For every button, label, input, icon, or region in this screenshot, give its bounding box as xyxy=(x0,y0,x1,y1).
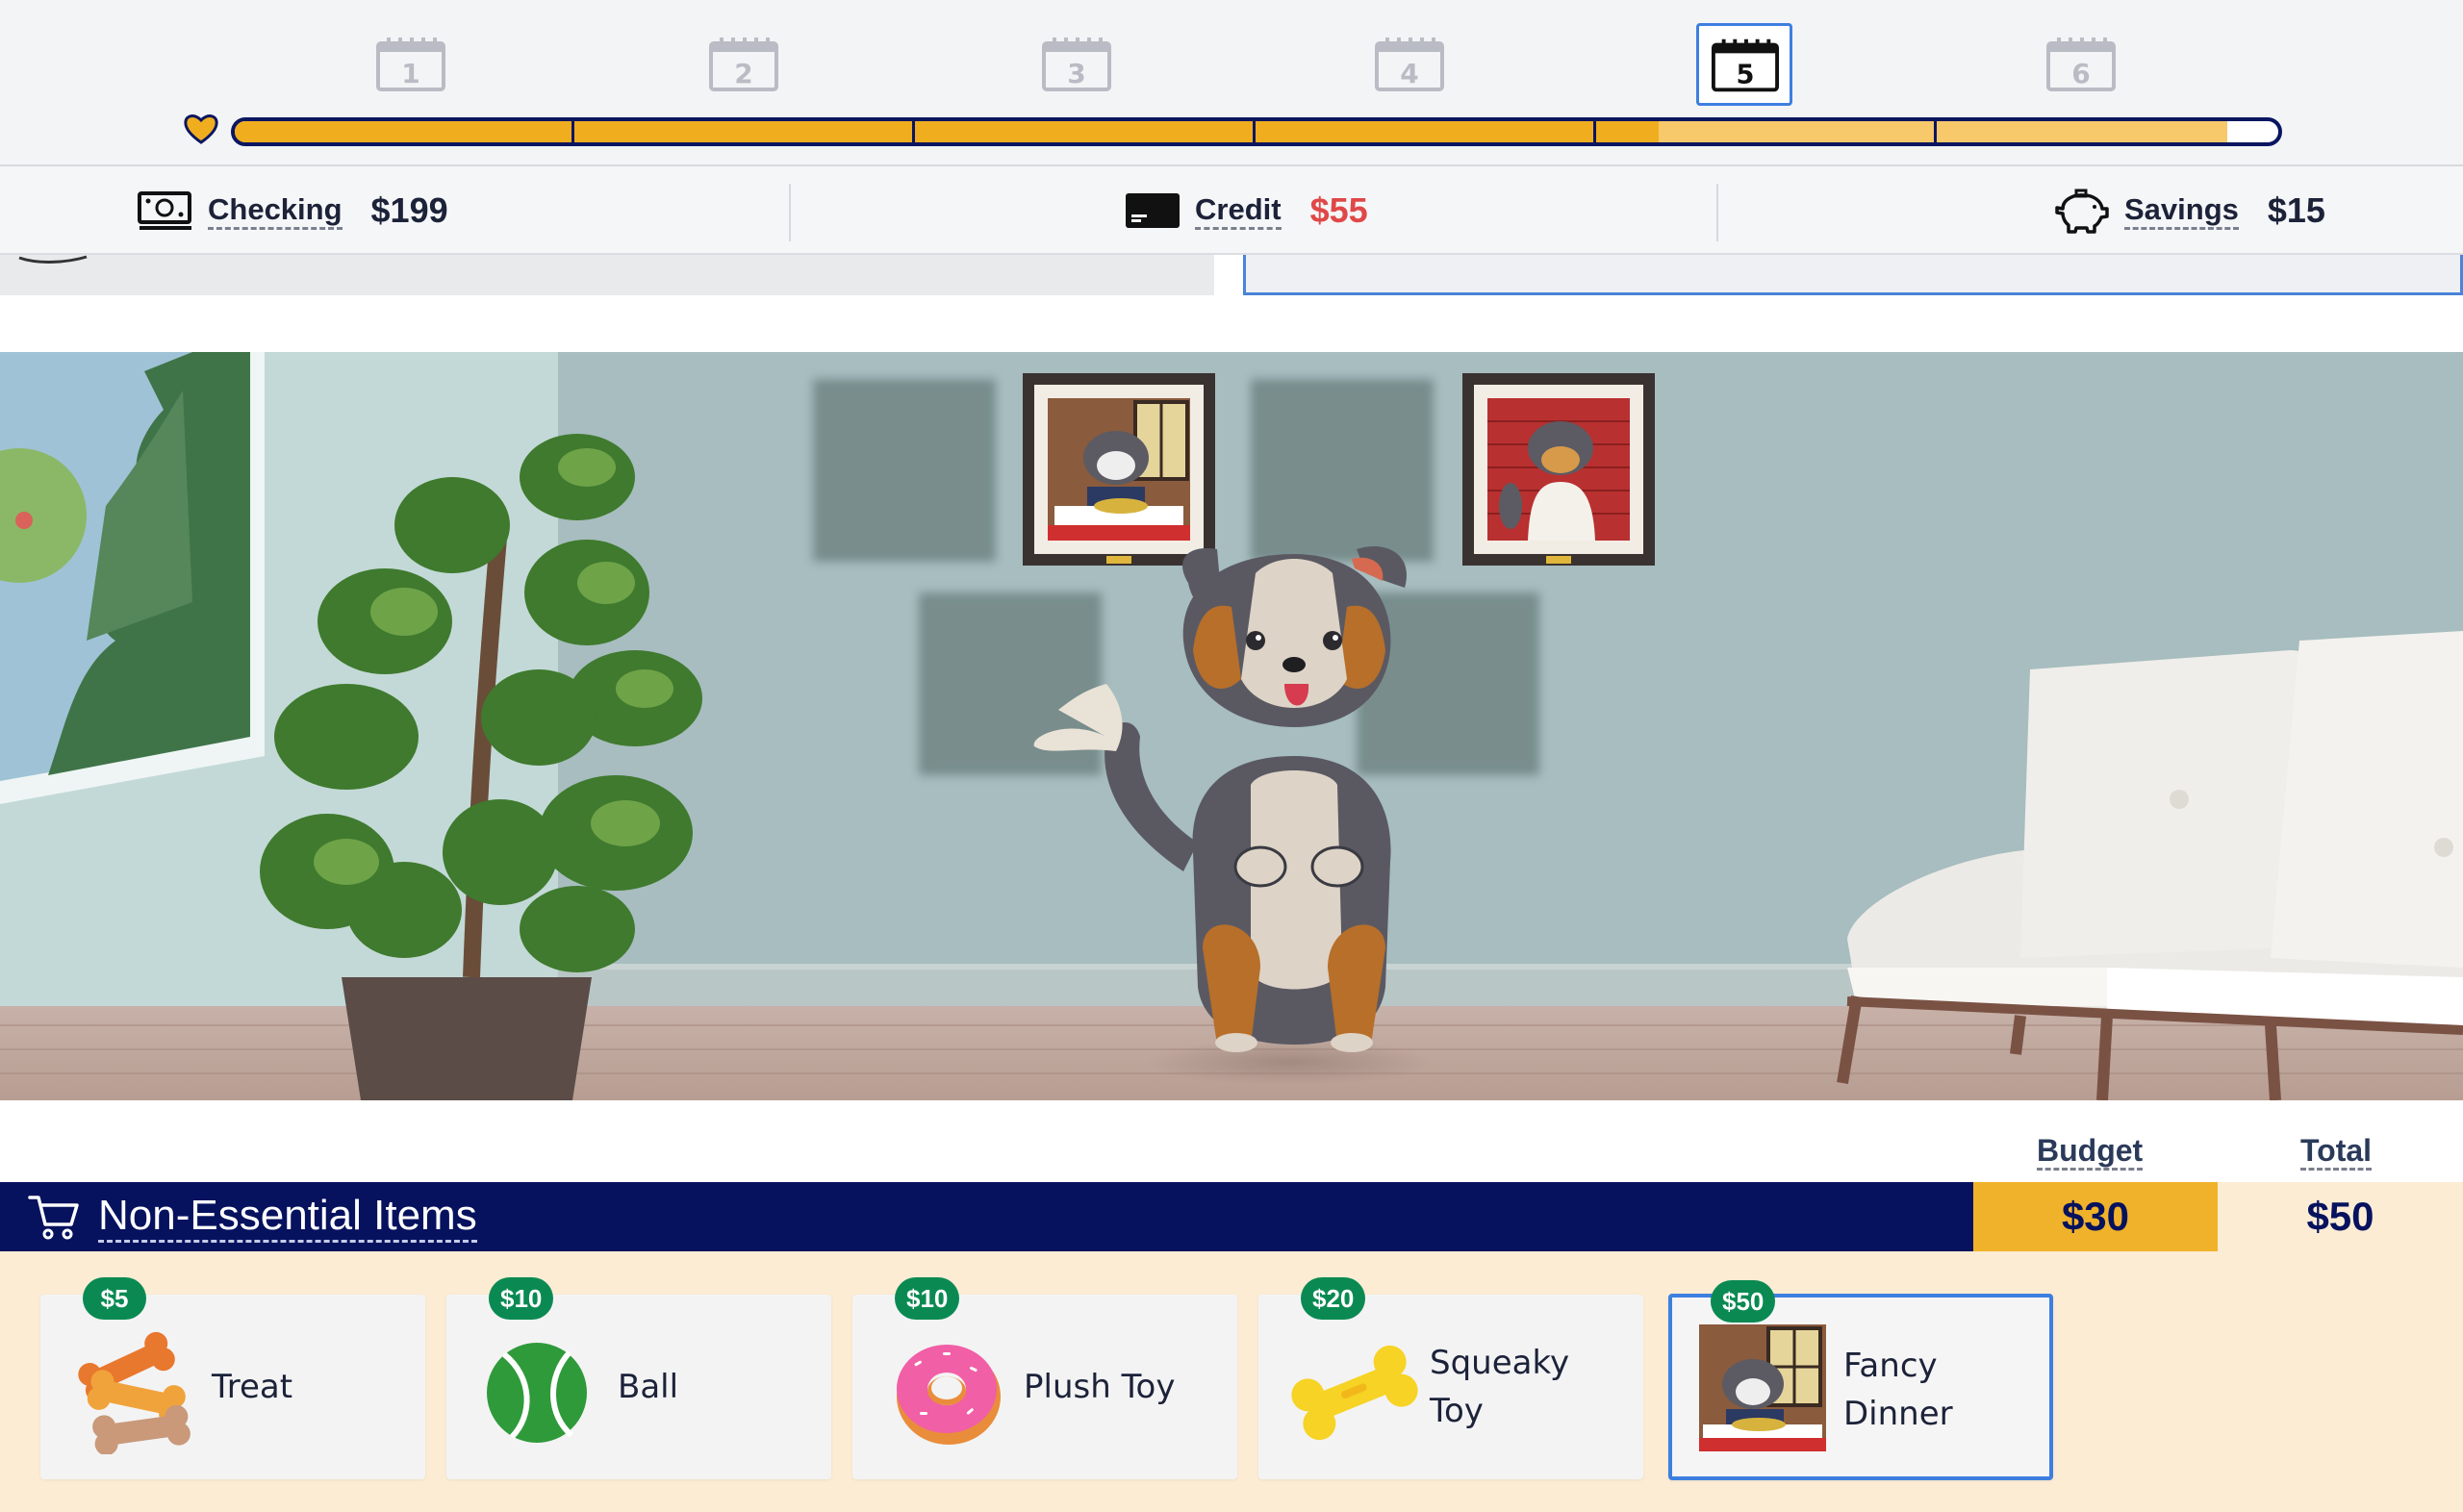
divider xyxy=(789,184,791,241)
brick-portrait-frame xyxy=(1462,373,1655,566)
piggy-bank-icon xyxy=(2055,189,2109,234)
week-label: 2 xyxy=(734,58,752,89)
credit-card-icon xyxy=(1126,193,1180,228)
progress-divider xyxy=(1253,121,1256,142)
week-4-calendar-icon[interactable]: 4 xyxy=(1374,37,1445,92)
credit-account[interactable]: Credit $55 xyxy=(1124,184,1368,238)
budget-value: $30 xyxy=(1973,1182,2218,1251)
store-item-treat[interactable]: $5 Treat xyxy=(40,1277,425,1479)
left-panel-edge xyxy=(0,255,1214,295)
price-badge: $20 xyxy=(1301,1277,1366,1320)
total-label: Total xyxy=(2300,1133,2373,1171)
savings-account[interactable]: Savings $15 xyxy=(2053,184,2325,238)
week-timeline: 1 2 3 4 5 6 xyxy=(0,0,2463,166)
store-header: Non-Essential Items xyxy=(0,1182,1973,1251)
total-value: $50 xyxy=(2306,1194,2374,1239)
week-5-calendar-icon[interactable]: 5 xyxy=(1696,23,1792,106)
credit-amount: $55 xyxy=(1309,190,1368,230)
budget-label: Budget xyxy=(2037,1133,2144,1171)
item-name: Ball xyxy=(618,1368,679,1406)
credit-label: Credit xyxy=(1195,192,1282,230)
week-label: 4 xyxy=(1400,58,1418,89)
progress-divider xyxy=(571,121,574,142)
week-label: 5 xyxy=(1737,60,1755,89)
price-badge: $10 xyxy=(895,1277,960,1320)
shopping-cart-icon xyxy=(28,1196,79,1240)
right-panel-edge xyxy=(1243,255,2463,295)
item-name: Squeaky Toy xyxy=(1430,1344,1570,1430)
item-name: Treat xyxy=(212,1368,293,1406)
progress-divider xyxy=(1934,121,1937,142)
divider xyxy=(1716,184,1718,241)
week-3-calendar-icon[interactable]: 3 xyxy=(1041,37,1112,92)
week-label: 1 xyxy=(401,58,419,89)
savings-amount: $15 xyxy=(2267,190,2325,230)
store-item-ball[interactable]: $10 Ball xyxy=(446,1277,831,1479)
dog-biscuits-icon xyxy=(78,1331,190,1454)
checking-amount: $199 xyxy=(370,190,448,230)
week-label: 6 xyxy=(2071,58,2090,89)
bone-toy-icon xyxy=(1291,1345,1418,1441)
week-label: 3 xyxy=(1067,58,1085,89)
price-badge: $50 xyxy=(1711,1280,1776,1323)
store-item-plush-toy[interactable]: $10 Plush Toy xyxy=(852,1277,1237,1479)
donut-plush-icon xyxy=(897,1345,1001,1445)
week-6-calendar-icon[interactable]: 6 xyxy=(2045,37,2117,92)
item-name: Fancy Dinner xyxy=(1843,1347,1953,1433)
store-item-fancy-dinner[interactable]: $50 Fancy Dinner xyxy=(1668,1280,2053,1480)
store-title: Non-Essential Items xyxy=(98,1192,477,1243)
item-name: Plush Toy xyxy=(1024,1368,1176,1406)
living-room-scene xyxy=(0,352,2463,1100)
store-item-squeaky-toy[interactable]: $20 Squeaky Toy xyxy=(1258,1277,1643,1479)
progress-fill xyxy=(235,121,1660,142)
week-1-calendar-icon[interactable]: 1 xyxy=(375,37,446,92)
checking-account[interactable]: Checking $199 xyxy=(137,184,448,238)
fancy-dinner-picture xyxy=(1699,1324,1826,1451)
heart-icon xyxy=(184,114,218,144)
cash-icon xyxy=(138,191,191,230)
accounts-bar: Checking $199 Credit $55 Savings $15 xyxy=(0,166,2463,255)
price-badge: $5 xyxy=(83,1277,146,1320)
savings-label: Savings xyxy=(2124,192,2239,230)
tennis-ball-icon xyxy=(487,1343,587,1443)
fancy-dinner-frame xyxy=(1023,373,1215,566)
progress-divider xyxy=(1593,121,1596,142)
progress-bar xyxy=(231,117,2282,146)
price-badge: $10 xyxy=(489,1277,554,1320)
progress-divider xyxy=(912,121,915,142)
week-2-calendar-icon[interactable]: 2 xyxy=(708,37,779,92)
checking-label: Checking xyxy=(208,192,343,230)
